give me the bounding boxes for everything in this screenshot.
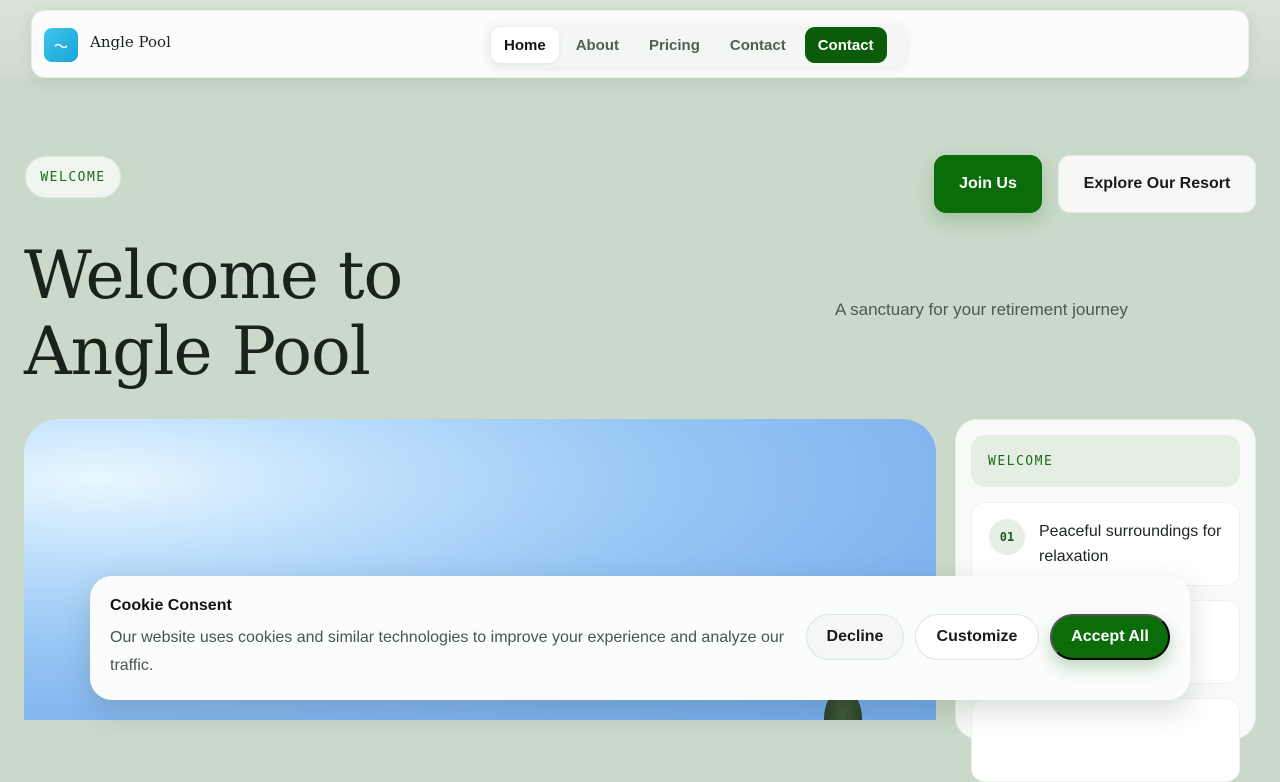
decline-button[interactable]: Decline: [806, 614, 904, 660]
cookie-title: Cookie Consent: [110, 597, 232, 614]
nav-contact[interactable]: Contact: [717, 27, 799, 63]
pool-icon[interactable]: [44, 28, 78, 62]
site-header: Angle Pool Home About Pricing Contact Co…: [31, 10, 1249, 78]
nav-pricing[interactable]: Pricing: [636, 27, 713, 63]
hero-title-line1: Welcome to: [24, 237, 403, 314]
brand-name[interactable]: Angle Pool: [90, 33, 171, 51]
feature-item: 01 Peaceful surroundings for relaxation: [971, 502, 1240, 586]
nav-home[interactable]: Home: [491, 27, 559, 63]
hero-title-line2: Angle Pool: [24, 313, 371, 390]
feature-item: [971, 698, 1240, 782]
accept-all-button[interactable]: Accept All: [1050, 614, 1170, 660]
feature-text: Peaceful surroundings for relaxation: [1039, 523, 1222, 565]
hero-title: Welcome to Angle Pool: [24, 238, 544, 390]
cookie-text: Our website uses cookies and similar tec…: [110, 629, 785, 674]
panel-header: WELCOME: [971, 435, 1240, 487]
cookie-consent-banner: Cookie Consent Our website uses cookies …: [90, 576, 1190, 700]
join-us-button[interactable]: Join Us: [934, 155, 1042, 213]
explore-resort-button[interactable]: Explore Our Resort: [1058, 155, 1256, 213]
nav-contact-button[interactable]: Contact: [804, 27, 887, 63]
feature-number: 01: [989, 519, 1025, 555]
nav-about[interactable]: About: [563, 27, 632, 63]
customize-button[interactable]: Customize: [915, 614, 1039, 660]
hero-subtitle: A sanctuary for your retirement journey: [835, 300, 1128, 319]
welcome-badge: WELCOME: [25, 156, 121, 198]
main-nav: Home About Pricing Contact Contact: [487, 23, 907, 67]
